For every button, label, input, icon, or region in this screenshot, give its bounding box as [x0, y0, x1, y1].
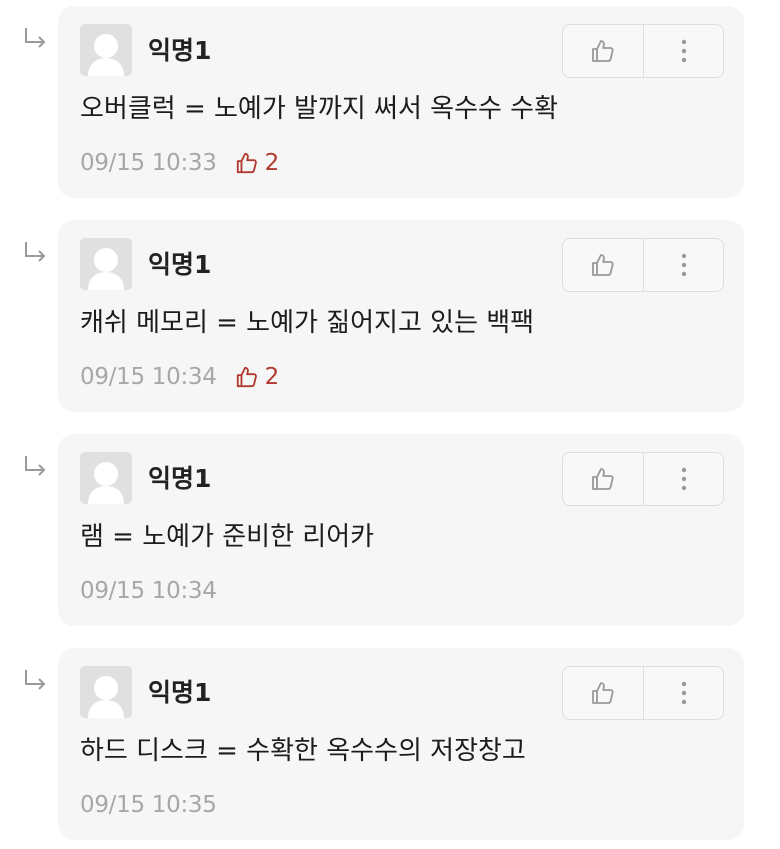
thumbs-up-icon [592, 254, 614, 276]
comment-actions [562, 24, 724, 78]
comment-timestamp: 09/15 10:35 [80, 792, 217, 818]
comment-timestamp: 09/15 10:33 [80, 150, 217, 176]
avatar-placeholder-icon [80, 24, 132, 76]
reply-arrow-icon [25, 670, 46, 690]
more-vertical-icon [681, 681, 687, 705]
comment-card: 익명1 캐쉬 메모리 = 노예가 짊어지고 있는 백팩 09/15 10:34 … [58, 220, 744, 412]
avatar-placeholder-icon [80, 666, 132, 718]
comment-card: 익명1 하드 디스크 = 수확한 옥수수의 저장창고 09/15 10:35 [58, 648, 744, 840]
thumbs-up-icon [592, 40, 614, 62]
vote-count: 2 [264, 150, 280, 176]
reply-arrow-icon [25, 28, 46, 48]
comment-text: 캐쉬 메모리 = 노예가 짊어지고 있는 백팩 [80, 308, 535, 338]
comment-item: 익명1 하드 디스크 = 수확한 옥수수의 저장창고 09/15 10:35 [0, 642, 780, 842]
comment-card: 익명1 램 = 노예가 준비한 리어카 09/15 10:34 [58, 434, 744, 626]
vote-count: 2 [264, 364, 280, 390]
comment-timestamp: 09/15 10:34 [80, 578, 217, 604]
thumbs-up-icon [592, 682, 614, 704]
reply-arrow-icon [25, 242, 46, 262]
like-button[interactable] [563, 239, 643, 291]
more-vertical-icon [681, 467, 687, 491]
avatar [80, 24, 132, 76]
avatar-placeholder-icon [80, 238, 132, 290]
more-button[interactable] [644, 667, 724, 719]
more-button[interactable] [644, 25, 724, 77]
avatar [80, 666, 132, 718]
like-button[interactable] [563, 453, 643, 505]
avatar [80, 238, 132, 290]
author-name: 익명1 [148, 678, 212, 707]
comment-card: 익명1 오버클럭 = 노예가 발까지 써서 옥수수 수확 09/15 10:33… [58, 6, 744, 198]
more-button[interactable] [644, 239, 724, 291]
author-name: 익명1 [148, 250, 212, 279]
author-name: 익명1 [148, 464, 212, 493]
more-vertical-icon [681, 253, 687, 277]
comment-timestamp: 09/15 10:34 [80, 364, 217, 390]
vote-badge: 2 [235, 364, 280, 390]
comment-meta: 09/15 10:35 [80, 788, 217, 822]
vote-badge: 2 [235, 150, 280, 176]
avatar-placeholder-icon [80, 452, 132, 504]
comment-item: 익명1 오버클럭 = 노예가 발까지 써서 옥수수 수확 09/15 10:33… [0, 0, 780, 200]
comment-text: 램 = 노예가 준비한 리어카 [80, 522, 375, 552]
like-button[interactable] [563, 667, 643, 719]
comment-actions [562, 452, 724, 506]
comment-text: 하드 디스크 = 수확한 옥수수의 저장창고 [80, 736, 526, 766]
comment-actions [562, 666, 724, 720]
comment-meta: 09/15 10:33 2 [80, 146, 279, 180]
more-vertical-icon [681, 39, 687, 63]
reply-arrow-icon [25, 456, 46, 476]
thumbs-up-icon [236, 152, 257, 174]
author-name: 익명1 [148, 36, 212, 65]
more-button[interactable] [644, 453, 724, 505]
comment-item: 익명1 캐쉬 메모리 = 노예가 짊어지고 있는 백팩 09/15 10:34 … [0, 214, 780, 414]
avatar [80, 452, 132, 504]
comment-actions [562, 238, 724, 292]
comment-item: 익명1 램 = 노예가 준비한 리어카 09/15 10:34 [0, 428, 780, 628]
comment-meta: 09/15 10:34 2 [80, 360, 279, 394]
like-button[interactable] [563, 25, 643, 77]
thumbs-up-icon [236, 366, 257, 388]
thumbs-up-icon [592, 468, 614, 490]
comment-text: 오버클럭 = 노예가 발까지 써서 옥수수 수확 [80, 94, 559, 124]
comment-meta: 09/15 10:34 [80, 574, 217, 608]
